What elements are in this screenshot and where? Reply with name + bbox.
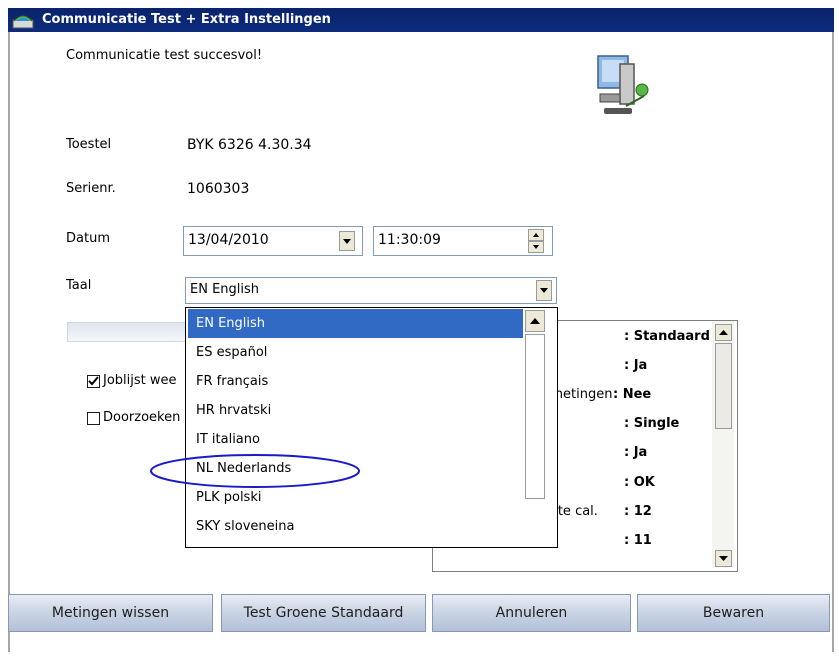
checkmark-icon <box>88 376 99 386</box>
status-message: Communicatie test succesvol! <box>66 48 263 63</box>
settings-row-value: : Standaard <box>624 329 710 344</box>
search-checkbox[interactable] <box>87 412 100 425</box>
app-icon <box>12 15 34 29</box>
arrow-up-icon <box>533 233 539 237</box>
settings-row-value: : 12 <box>624 504 652 519</box>
date-picker[interactable]: 13/04/2010 <box>183 226 363 256</box>
language-option-fr[interactable]: FR français <box>188 367 524 396</box>
language-selected-value: EN English <box>190 282 260 297</box>
time-spin-down[interactable] <box>528 241 544 253</box>
dialog-window: Communicatie Test + Extra Instellingen C… <box>0 0 839 657</box>
settings-row-value: : Ja <box>624 358 648 373</box>
scroll-thumb[interactable] <box>715 343 732 429</box>
window-title: Communicatie Test + Extra Instellingen <box>42 12 331 27</box>
language-option-sky[interactable]: SKY sloveneina <box>188 512 524 541</box>
date-dropdown-button[interactable] <box>339 231 355 251</box>
time-value: 11:30:09 <box>378 232 441 248</box>
search-checkbox-label: Doorzoeken <box>103 410 181 425</box>
arrow-down-icon <box>719 556 728 561</box>
date-label: Datum <box>66 231 110 246</box>
joblist-checkbox-label: Joblijst wee <box>103 373 177 388</box>
clear-measurements-button[interactable]: Metingen wissen <box>8 594 213 632</box>
language-option-es[interactable]: ES español <box>188 338 524 367</box>
arrow-up-icon <box>530 318 540 324</box>
date-value: 13/04/2010 <box>188 232 269 248</box>
language-option-en[interactable]: EN English <box>188 309 524 338</box>
dropdown-scroll-up[interactable] <box>525 310 545 332</box>
chevron-down-icon <box>540 288 548 293</box>
save-button[interactable]: Bewaren <box>637 594 830 632</box>
settings-scrollbar[interactable] <box>712 321 734 567</box>
settings-row-value: : Ja <box>624 445 648 460</box>
arrow-up-icon <box>719 330 728 335</box>
language-option-hr[interactable]: HR hrvatski <box>188 396 524 425</box>
joblist-checkbox[interactable] <box>87 375 100 388</box>
settings-row-value: : OK <box>624 475 655 490</box>
time-spin-up[interactable] <box>528 229 544 241</box>
language-dropdown-list: EN English ES español FR français HR hrv… <box>185 307 558 548</box>
progress-bar <box>67 322 189 342</box>
serial-value: 1060303 <box>187 181 250 197</box>
settings-row-value: : 11 <box>624 533 652 548</box>
settings-row-value: : Single <box>624 416 680 431</box>
serial-label: Serienr. <box>66 181 116 196</box>
scroll-down-button[interactable] <box>715 550 732 567</box>
language-label: Taal <box>66 278 92 293</box>
arrow-down-icon <box>533 245 539 249</box>
highlight-ellipse <box>150 454 360 488</box>
dropdown-scrollbar[interactable] <box>523 308 557 547</box>
dropdown-scroll-thumb[interactable] <box>525 334 545 499</box>
time-input[interactable]: 11:30:09 <box>373 226 553 256</box>
test-green-standard-button[interactable]: Test Groene Standaard <box>221 594 426 632</box>
device-value: BYK 6326 4.30.34 <box>187 137 312 153</box>
chevron-down-icon <box>343 239 351 244</box>
language-dropdown-button[interactable] <box>536 280 552 301</box>
settings-row-value: : Nee <box>613 387 652 402</box>
language-select[interactable]: EN English <box>185 277 557 304</box>
device-label: Toestel <box>66 137 112 152</box>
cancel-button[interactable]: Annuleren <box>432 594 631 632</box>
scroll-up-button[interactable] <box>715 324 732 341</box>
window-frame-left <box>8 32 10 652</box>
network-computer-icon <box>597 55 649 114</box>
window-frame-right <box>832 32 834 652</box>
language-option-it[interactable]: IT italiano <box>188 425 524 454</box>
title-bar: Communicatie Test + Extra Instellingen <box>8 8 834 32</box>
